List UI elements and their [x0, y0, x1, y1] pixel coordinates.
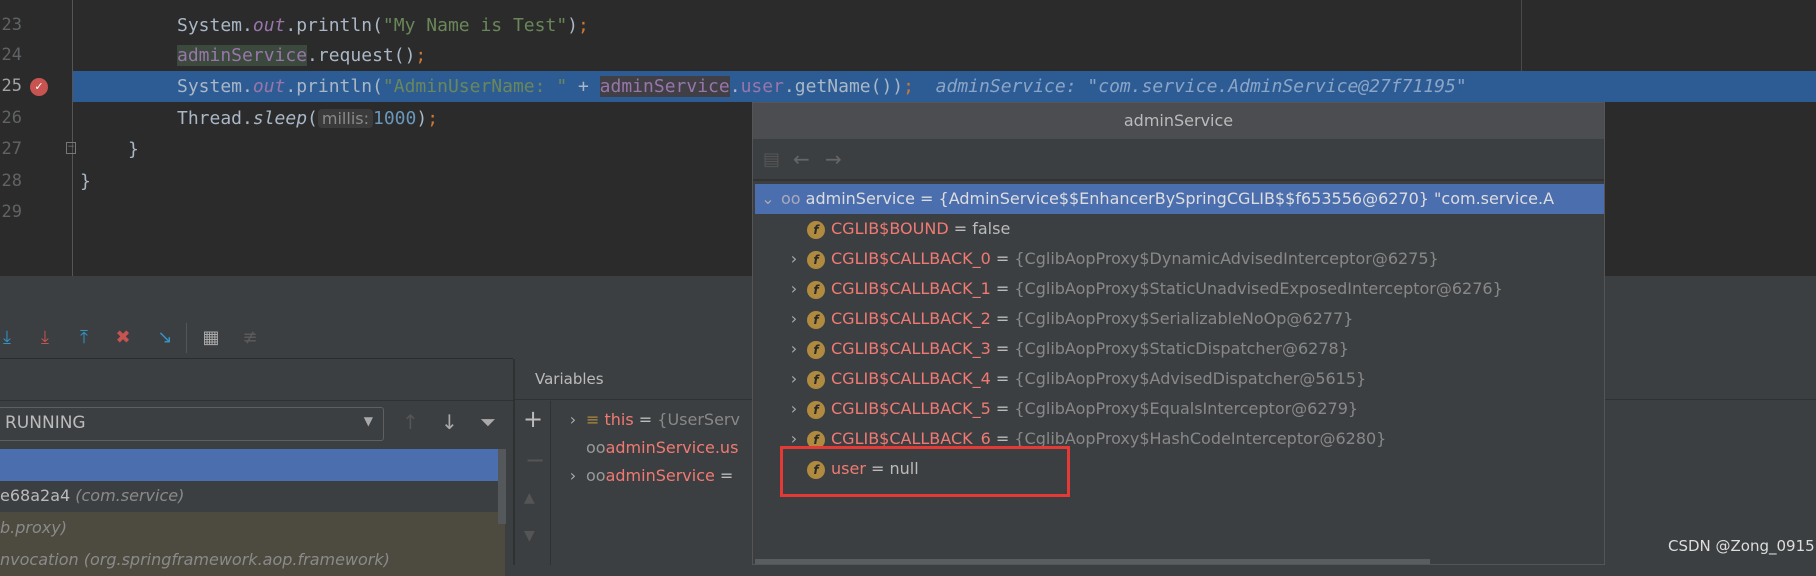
chevron-right-icon[interactable]: › — [560, 406, 586, 434]
field-icon: f — [807, 220, 825, 239]
step-into-icon[interactable]: ⤓ — [0, 326, 20, 350]
chevron-right-icon[interactable]: › — [560, 462, 586, 490]
trace-icon[interactable]: ≢ — [237, 326, 263, 350]
popup-field-row[interactable]: › f CGLIB$CALLBACK_5 = {CglibAopProxy$Equa… — [755, 394, 1604, 424]
popup-field-row[interactable]: › f CGLIB$CALLBACK_0 = {CglibAopProxy$Dyna… — [755, 244, 1604, 274]
chevron-down-icon[interactable]: ⌄ — [755, 184, 781, 214]
code-line-23: System.out.println("My Name is Test"); — [177, 15, 589, 36]
chevron-right-icon[interactable]: › — [781, 364, 807, 394]
popup-field-row[interactable]: › f CGLIB$CALLBACK_1 = {CglibAopProxy$Stat… — [755, 274, 1604, 304]
code-line-26: Thread.sleep(millis: 1000); — [177, 108, 439, 129]
chevron-right-icon[interactable]: › — [781, 304, 807, 334]
popup-toolbar: ▤ ← → — [753, 139, 1604, 181]
field-icon: f — [807, 400, 825, 419]
chevron-right-icon[interactable]: › — [781, 334, 807, 364]
highlight-box — [780, 446, 1070, 497]
field-icon: f — [807, 370, 825, 389]
inline-debug-value: adminService: "com.service.AdminService@… — [935, 76, 1467, 97]
line-number: 27 — [1, 139, 22, 159]
parameter-hint: millis: — [317, 109, 373, 128]
chevron-right-icon[interactable]: › — [781, 394, 807, 424]
frame-row[interactable]: b.proxy) — [0, 512, 505, 544]
toolbar-separator — [186, 323, 187, 353]
variable-row[interactable]: ooadminService.us — [586, 434, 738, 462]
frame-row[interactable]: e68a2a4 (com.service) — [0, 480, 505, 512]
move-down-icon[interactable]: ▼ — [524, 528, 535, 544]
frames-scrollbar[interactable] — [498, 449, 506, 524]
field-icon: f — [807, 250, 825, 269]
popup-root-row[interactable]: ⌄ oo adminService = {AdminService$$Enhanc… — [755, 184, 1604, 214]
code-line-28: } — [80, 171, 91, 192]
watermark: CSDN @Zong_0915 — [1668, 537, 1815, 555]
fold-icon[interactable]: − — [66, 142, 76, 154]
add-watch-icon[interactable]: + — [523, 405, 543, 433]
step-out-icon[interactable]: ⤒ — [71, 326, 97, 350]
watch-icon: oo — [586, 466, 606, 485]
frames-divider — [0, 400, 513, 401]
filter-icon[interactable]: ⏷ — [480, 410, 496, 434]
thread-select[interactable]: RUNNING ▼ — [0, 407, 384, 441]
popup-horizontal-scrollbar[interactable] — [755, 559, 1430, 564]
chevron-down-icon: ▼ — [363, 414, 373, 428]
previous-frame-icon[interactable]: ↑ — [402, 410, 419, 434]
watch-icon: oo — [781, 189, 806, 208]
drop-frame-icon[interactable]: ✖ — [110, 326, 136, 350]
chevron-right-icon[interactable]: › — [781, 274, 807, 304]
breakpoint-icon[interactable]: ✓ — [30, 78, 48, 96]
variable-row[interactable]: › ooadminService = — [560, 462, 734, 490]
popup-title[interactable]: adminService — [753, 103, 1604, 139]
line-number: 28 — [1, 171, 22, 191]
code-line-24: adminService.request(); — [177, 45, 427, 66]
popup-field-row[interactable]: › f CGLIB$CALLBACK_3 = {CglibAopProxy$Stat… — [755, 334, 1604, 364]
frame-row[interactable]: nvocation (org.springframework.aop.frame… — [0, 544, 505, 576]
line-number: 26 — [1, 108, 22, 128]
evaluate-expression-icon[interactable]: ▦ — [198, 326, 224, 350]
run-to-cursor-icon[interactable]: ↘ — [152, 326, 178, 350]
remove-watch-icon[interactable]: − — [525, 446, 545, 474]
line-number: 25 — [1, 76, 22, 96]
object-view-icon[interactable]: ▤ — [763, 149, 780, 170]
watch-icon: oo — [586, 438, 606, 457]
back-arrow-icon[interactable]: ← — [793, 147, 810, 171]
popup-field-row[interactable]: › f CGLIB$CALLBACK_4 = {CglibAopProxy$Advi… — [755, 364, 1604, 394]
chevron-right-icon[interactable]: › — [781, 244, 807, 274]
field-icon: f — [807, 310, 825, 329]
variable-row[interactable]: › ≡ this = {UserServ — [560, 406, 740, 434]
next-frame-icon[interactable]: ↓ — [441, 410, 458, 434]
line-number: 23 — [1, 15, 22, 35]
move-up-icon[interactable]: ▲ — [524, 490, 535, 506]
field-icon: f — [807, 280, 825, 299]
gutter-divider — [72, 0, 73, 276]
line-number: 24 — [1, 45, 22, 65]
force-step-into-icon[interactable]: ⤓ — [32, 326, 58, 350]
object-icon: ≡ — [586, 410, 605, 429]
forward-arrow-icon[interactable]: → — [825, 147, 842, 171]
code-line-27: } — [128, 139, 139, 160]
line-number: 29 — [1, 202, 22, 222]
field-icon: f — [807, 340, 825, 359]
popup-field-row[interactable]: f CGLIB$BOUND = false — [755, 214, 1604, 244]
frame-row[interactable] — [0, 449, 505, 481]
code-line-25: System.out.println("AdminUserName: " + a… — [177, 76, 1467, 97]
popup-field-row[interactable]: › f CGLIB$CALLBACK_2 = {CglibAopProxy$Seri… — [755, 304, 1604, 334]
